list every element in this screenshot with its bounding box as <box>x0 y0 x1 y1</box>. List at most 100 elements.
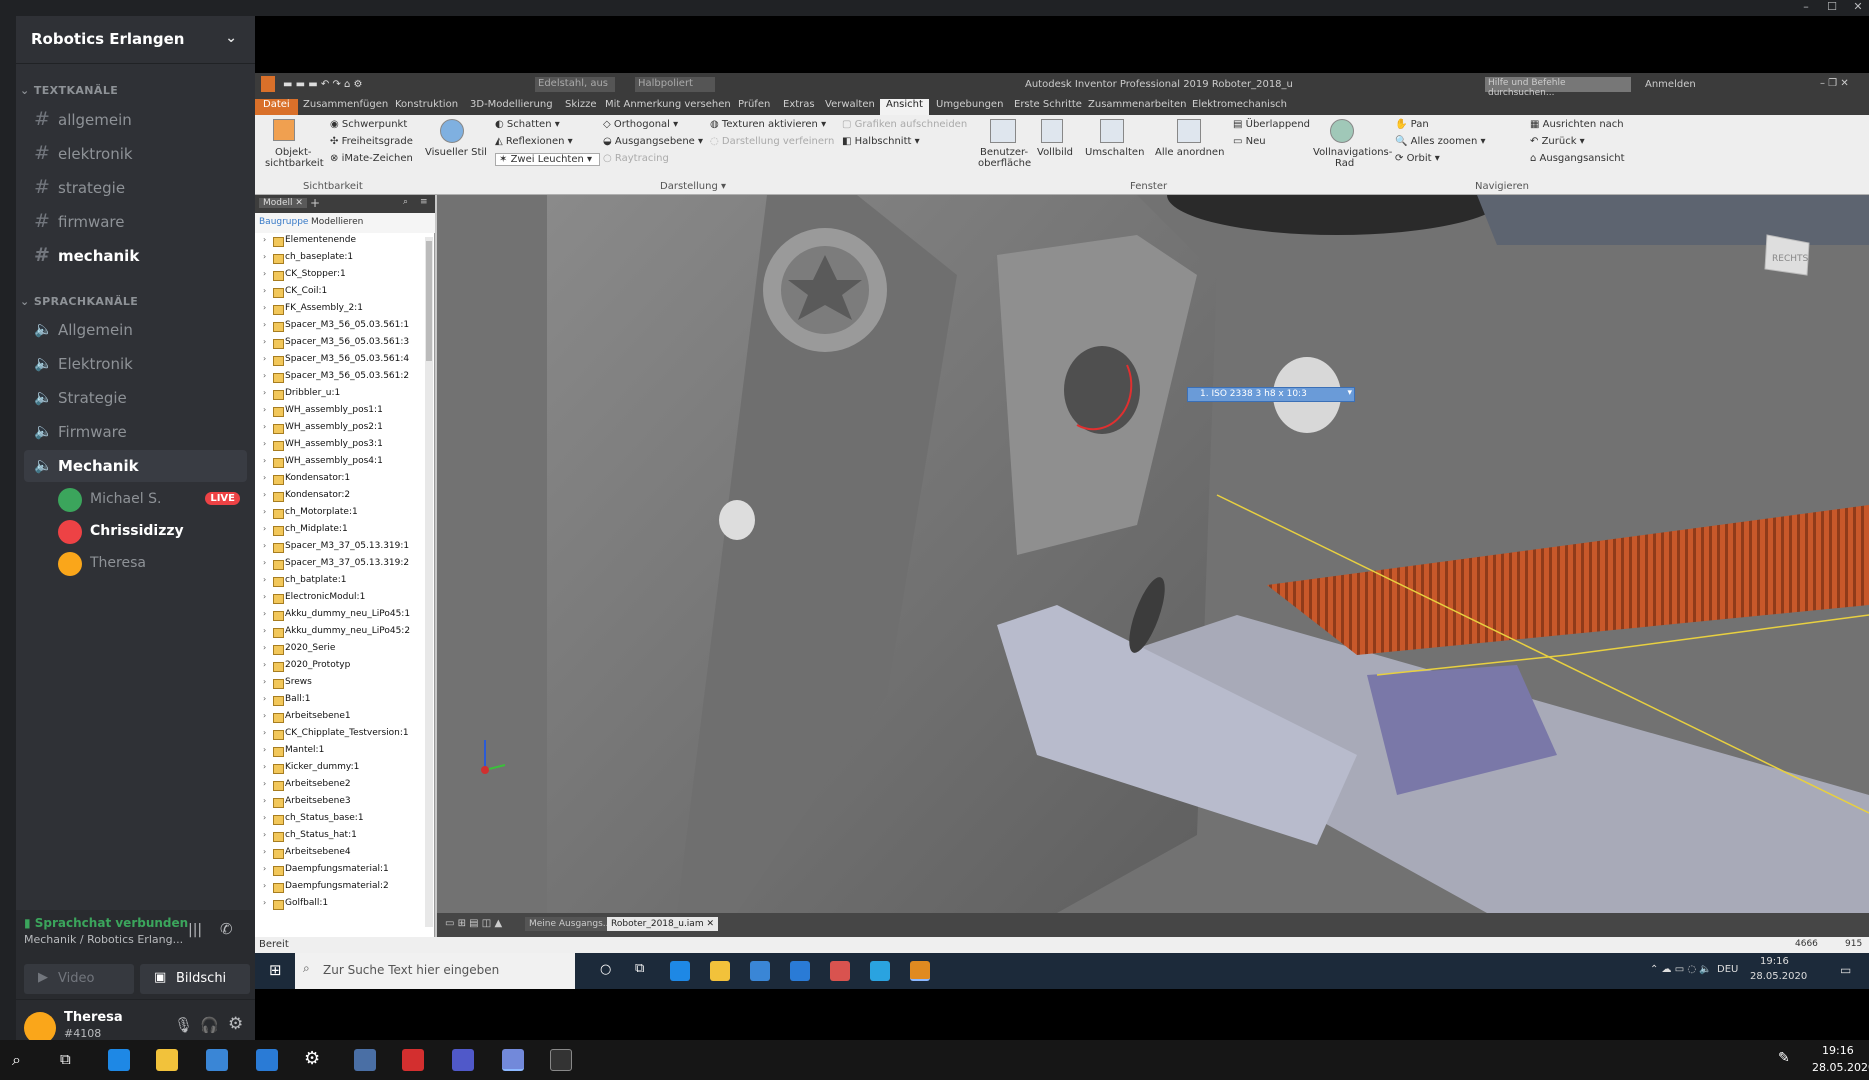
discord-icon[interactable] <box>502 1049 524 1071</box>
folder-icon[interactable] <box>156 1049 178 1071</box>
inventor-window-controls[interactable]: – ❐ ✕ <box>1820 78 1849 89</box>
edge-icon[interactable] <box>670 961 690 981</box>
tree-item[interactable]: › ch_Motorplate:1 <box>263 507 358 524</box>
tree-item[interactable]: › Daempfungsmaterial:2 <box>263 881 389 898</box>
tree-item[interactable]: › Spacer_M3_56_05.03.561:3 <box>263 337 409 354</box>
text-category[interactable]: ⌄ TEXTKANÄLE <box>20 84 118 97</box>
tree-item[interactable]: › CK_Stopper:1 <box>263 269 346 286</box>
tab-konstruktion[interactable]: Konstruktion <box>395 99 458 110</box>
texturen-button[interactable]: ◍ Texturen aktivieren ▾ <box>710 119 826 130</box>
maximize-icon[interactable]: ☐ <box>1822 0 1842 16</box>
voice-channel-elektronik[interactable]: 🔈 Elektronik <box>24 348 247 380</box>
close-icon[interactable]: ✕ <box>1848 0 1868 16</box>
expand-icon[interactable]: › <box>263 303 266 312</box>
expand-icon[interactable]: › <box>263 507 266 516</box>
windows-start-icon[interactable]: ⊞ <box>269 961 282 979</box>
task-view-icon[interactable]: ⧉ <box>60 1050 71 1068</box>
tab-zusammenfuegen[interactable]: Zusammenfügen <box>303 99 388 110</box>
subtab-baugruppe[interactable]: Baugruppe <box>259 217 308 227</box>
expand-icon[interactable]: › <box>263 626 266 635</box>
navigation-wheel-button[interactable]: Vollnavigations- <box>1313 147 1392 158</box>
visual-style-button[interactable]: Visueller Stil <box>425 147 487 158</box>
orbit-button[interactable]: ⟳ Orbit ▾ <box>1395 153 1440 164</box>
home-view-button[interactable]: ⌂ Ausgangsansicht <box>1530 153 1625 164</box>
tree-item[interactable]: › Srews <box>263 677 312 694</box>
subtab-modellieren[interactable]: Modellieren <box>311 217 363 227</box>
teams-icon[interactable] <box>452 1049 474 1071</box>
expand-icon[interactable]: › <box>263 575 266 584</box>
screen-share-button[interactable]: ▣ Bildschi <box>140 964 250 994</box>
tree-item[interactable]: › Spacer_M3_37_05.13.319:2 <box>263 558 409 575</box>
disconnect-icon[interactable]: ✆ <box>220 920 233 938</box>
expand-icon[interactable]: › <box>263 235 266 244</box>
darstellung-verfeinern-button[interactable]: ◌ Darstellung verfeinern <box>710 136 834 147</box>
expand-icon[interactable]: › <box>263 745 266 754</box>
tree-item[interactable]: › 2020_Prototyp <box>263 660 350 677</box>
expand-icon[interactable]: › <box>263 660 266 669</box>
edge-icon[interactable] <box>108 1049 130 1071</box>
ausgangsebene-button[interactable]: ◒ Ausgangsebene ▾ <box>603 136 703 147</box>
expand-icon[interactable]: › <box>263 762 266 771</box>
clock-time[interactable]: 19:16 <box>1760 956 1789 967</box>
expand-icon[interactable]: › <box>263 354 266 363</box>
imate-button[interactable]: ⊗ iMate-Zeichen <box>330 153 413 164</box>
material-select[interactable]: Edelstahl, aus <box>535 77 615 92</box>
ueberlappend-button[interactable]: ▤ Überlappend <box>1233 119 1310 130</box>
expand-icon[interactable]: › <box>263 269 266 278</box>
appearance-select[interactable]: Halbpoliert <box>635 77 715 92</box>
menu-icon[interactable]: ≡ <box>420 197 428 207</box>
guild-header[interactable]: Robotics Erlangen ⌄ <box>16 16 255 64</box>
cortana-icon[interactable]: ○ <box>600 962 611 977</box>
folder-icon[interactable] <box>710 961 730 981</box>
voice-user-michael[interactable]: Michael S. LIVE <box>58 486 248 514</box>
tab-anmerkung[interactable]: Mit Anmerkung versehen <box>605 99 731 110</box>
expand-icon[interactable]: › <box>263 728 266 737</box>
tree-item[interactable]: › ch_Midplate:1 <box>263 524 348 541</box>
voice-channel-strategie[interactable]: 🔈 Strategie <box>24 382 247 414</box>
expand-icon[interactable]: › <box>263 473 266 482</box>
doc-tab-roboter[interactable]: Roboter_2018_u.iam ✕ <box>607 917 718 931</box>
tree-item[interactable]: › ch_Status_base:1 <box>263 813 364 830</box>
tab-erste-schritte[interactable]: Erste Schritte <box>1014 99 1082 110</box>
tree-item[interactable]: › ch_Status_hat:1 <box>263 830 357 847</box>
inventor-taskbar-icon[interactable] <box>910 961 930 981</box>
minimize-icon[interactable]: – <box>1796 0 1816 16</box>
expand-icon[interactable]: › <box>263 694 266 703</box>
tree-item[interactable]: › FK_Assembly_2:1 <box>263 303 363 320</box>
tree-item[interactable]: › Kicker_dummy:1 <box>263 762 359 779</box>
acrobat-icon[interactable] <box>402 1049 424 1071</box>
search-icon[interactable]: ⌕ <box>403 197 408 207</box>
signin-link[interactable]: Anmelden <box>1645 79 1696 90</box>
tab-verwalten[interactable]: Verwalten <box>825 99 875 110</box>
headphones-icon[interactable]: 🎧 <box>200 1016 219 1034</box>
tab-zusammenarbeiten[interactable]: Zusammenarbeiten <box>1088 99 1186 110</box>
tree-item[interactable]: › Golfball:1 <box>263 898 328 915</box>
expand-icon[interactable]: › <box>263 388 266 397</box>
tab-skizze[interactable]: Skizze <box>565 99 597 110</box>
tree-item[interactable]: › ElectronicModul:1 <box>263 592 365 609</box>
pan-button[interactable]: ✋ Pan <box>1395 119 1429 130</box>
tree-item[interactable]: › CK_Coil:1 <box>263 286 327 303</box>
tree-item[interactable]: › WH_assembly_pos1:1 <box>263 405 383 422</box>
tree-item[interactable]: › Akku_dummy_neu_LiPo45:1 <box>263 609 410 626</box>
channel-elektronik[interactable]: # elektronik <box>24 138 247 170</box>
expand-icon[interactable]: › <box>263 592 266 601</box>
calculator-icon[interactable] <box>550 1049 572 1071</box>
add-panel-icon[interactable]: + <box>310 196 320 210</box>
tab-extras[interactable]: Extras <box>783 99 815 110</box>
tree-item[interactable]: › Mantel:1 <box>263 745 324 762</box>
3d-viewport[interactable]: RECHTS 1. ISO 2338 3 h8 x 10:3 ▾ <box>437 195 1869 913</box>
expand-icon[interactable]: › <box>263 490 266 499</box>
expand-icon[interactable]: › <box>263 371 266 380</box>
expand-icon[interactable]: › <box>263 813 266 822</box>
doc-tab-home[interactable]: Meine Ausgangs... <box>525 917 616 931</box>
raytracing-button[interactable]: ○ Raytracing <box>603 153 669 164</box>
channel-allgemein[interactable]: # allgemein <box>24 104 247 136</box>
voice-location[interactable]: Mechanik / Robotics Erlang... <box>24 933 183 946</box>
schatten-button[interactable]: ◐ Schatten ▾ <box>495 119 560 130</box>
mail-icon[interactable] <box>790 961 810 981</box>
part-tooltip[interactable]: 1. ISO 2338 3 h8 x 10:3 ▾ <box>1187 387 1355 402</box>
voice-channel-allgemein[interactable]: 🔈 Allgemein <box>24 314 247 346</box>
tab-3d-modellierung[interactable]: 3D-Modellierung <box>470 99 553 110</box>
expand-icon[interactable]: › <box>263 609 266 618</box>
